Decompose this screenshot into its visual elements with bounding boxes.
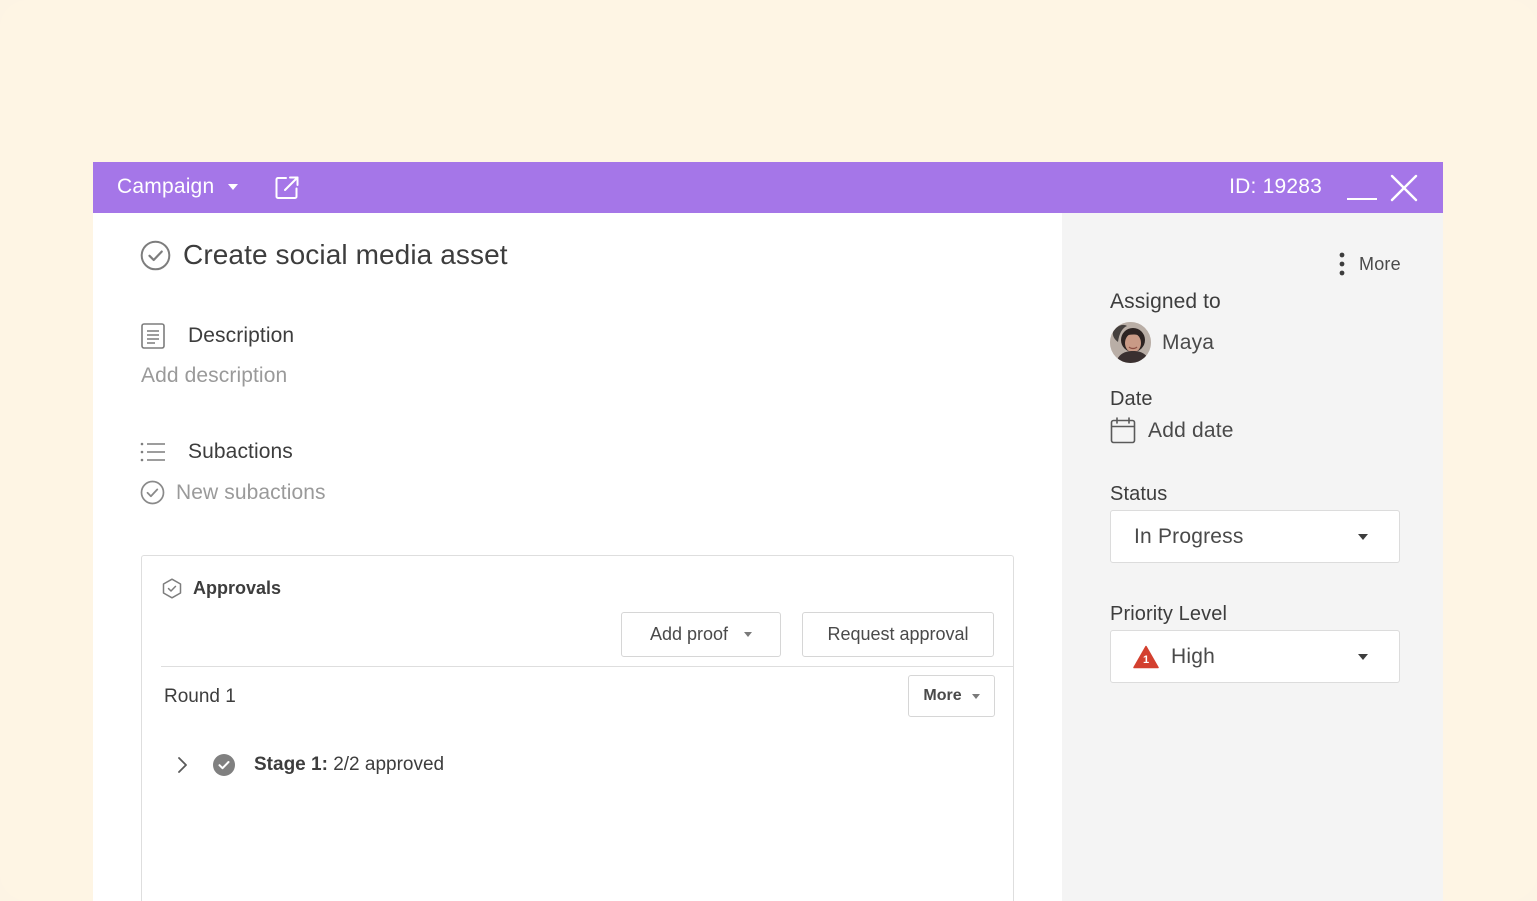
new-subaction-row[interactable]: New subactions bbox=[140, 480, 326, 505]
approvals-heading: Approvals bbox=[162, 578, 281, 599]
description-label: Description bbox=[188, 324, 295, 347]
task-title-row: Create social media asset bbox=[140, 239, 508, 271]
status-label: Status bbox=[1110, 483, 1168, 505]
priority-badge: 1 bbox=[1142, 653, 1150, 666]
round-title: Round 1 bbox=[164, 686, 236, 707]
description-input[interactable]: Add description bbox=[141, 364, 287, 388]
assignee[interactable]: Maya bbox=[1110, 322, 1214, 363]
open-external-icon[interactable] bbox=[273, 174, 301, 202]
calendar-icon bbox=[1110, 417, 1136, 444]
round-more-button[interactable]: More bbox=[908, 675, 995, 717]
stage-text: Stage 1: 2/2 approved bbox=[254, 754, 444, 776]
task-details-sidebar: More Assigned to Maya Date Add date Stat… bbox=[1062, 213, 1443, 901]
caret-down-icon bbox=[744, 632, 753, 637]
caret-down-icon bbox=[228, 184, 239, 190]
approvals-label: Approvals bbox=[193, 578, 282, 598]
more-label: More bbox=[1359, 253, 1401, 274]
task-main-panel: Create social media asset Description Ad… bbox=[93, 213, 1062, 901]
more-menu-button[interactable]: More bbox=[1339, 252, 1401, 276]
new-subaction-input[interactable]: New subactions bbox=[176, 481, 326, 505]
caret-down-icon bbox=[1358, 534, 1368, 540]
close-icon bbox=[1390, 174, 1418, 202]
task-modal: Campaign ID: 19283 Create social media a… bbox=[93, 162, 1443, 901]
status-select[interactable]: In Progress bbox=[1110, 510, 1400, 563]
priority-value: High bbox=[1171, 644, 1215, 668]
date-label: Date bbox=[1110, 388, 1153, 410]
assignee-name: Maya bbox=[1162, 330, 1215, 354]
add-proof-button[interactable]: Add proof bbox=[621, 612, 781, 657]
task-id: ID: 19283 bbox=[1229, 175, 1322, 198]
stage-label: Stage 1: bbox=[254, 754, 328, 775]
kebab-menu-icon bbox=[1339, 252, 1345, 276]
subactions-label: Subactions bbox=[188, 440, 293, 463]
add-proof-label: Add proof bbox=[649, 624, 729, 644]
close-button[interactable] bbox=[1388, 172, 1420, 204]
stage-row: Stage 1: 2/2 approved bbox=[172, 754, 444, 776]
priority-high-icon: 1 bbox=[1133, 645, 1159, 669]
date-placeholder: Add date bbox=[1148, 418, 1234, 442]
status-value: In Progress bbox=[1134, 524, 1244, 548]
priority-label: Priority Level bbox=[1110, 603, 1227, 625]
priority-select[interactable]: 1 High bbox=[1110, 630, 1400, 683]
complete-check-icon[interactable] bbox=[140, 240, 171, 271]
divider bbox=[161, 666, 1014, 667]
caret-down-icon bbox=[971, 693, 980, 699]
document-icon bbox=[141, 323, 165, 349]
round-more-label: More bbox=[923, 687, 962, 704]
assigned-to-label: Assigned to bbox=[1110, 290, 1221, 313]
project-dropdown[interactable]: Campaign bbox=[117, 175, 239, 199]
date-picker[interactable]: Add date bbox=[1110, 417, 1234, 444]
subactions-heading: Subactions bbox=[140, 440, 293, 464]
caret-down-icon bbox=[1358, 654, 1368, 660]
task-title[interactable]: Create social media asset bbox=[183, 239, 508, 271]
approved-check-icon bbox=[213, 754, 235, 776]
minimize-button[interactable] bbox=[1345, 172, 1379, 202]
request-approval-button[interactable]: Request approval bbox=[802, 612, 994, 657]
list-icon bbox=[140, 442, 165, 462]
description-heading: Description bbox=[141, 323, 294, 349]
approval-shield-icon bbox=[162, 578, 182, 599]
modal-header: Campaign ID: 19283 bbox=[93, 162, 1443, 213]
approvals-panel: Approvals Add proof Request approval Rou… bbox=[141, 555, 1014, 901]
project-label: Campaign bbox=[117, 175, 215, 198]
avatar bbox=[1110, 322, 1151, 363]
request-approval-label: Request approval bbox=[827, 624, 969, 644]
stage-status: 2/2 approved bbox=[333, 754, 445, 775]
check-circle-icon bbox=[140, 480, 165, 505]
chevron-right-icon[interactable] bbox=[172, 755, 192, 775]
